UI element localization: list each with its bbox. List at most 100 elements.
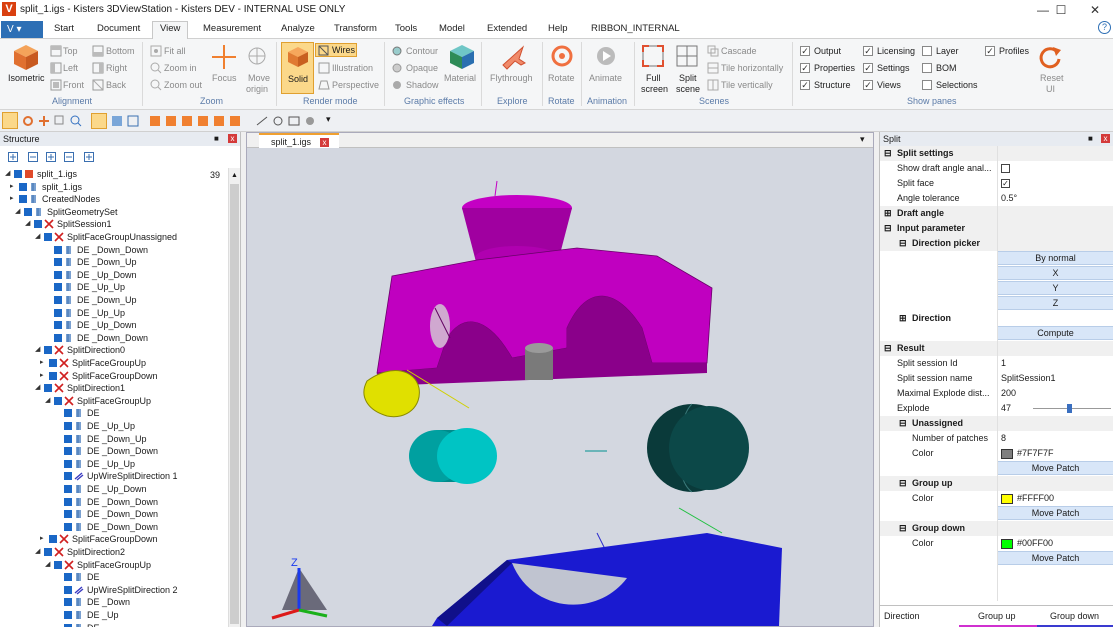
angle-tolerance-value[interactable]: 0.5° (1001, 191, 1017, 206)
measure-icon[interactable] (256, 115, 268, 127)
tree-visibility-checkbox[interactable] (54, 321, 62, 330)
close-document-button[interactable]: x (320, 138, 329, 147)
toolbar-more-icon[interactable]: ▾ (326, 114, 331, 125)
cube-view-5-icon[interactable] (213, 115, 225, 127)
isometric-cube-icon[interactable] (12, 43, 40, 71)
tree-node[interactable]: DE _Down_Down (0, 521, 228, 534)
group-down-color-swatch[interactable] (1001, 539, 1013, 549)
illustration-button[interactable]: Illustration (332, 63, 373, 73)
rotate-tool-icon[interactable] (22, 115, 34, 127)
tree-expand-icon[interactable]: ▸ (40, 535, 46, 542)
tree-node[interactable]: DE _Down_Down (0, 244, 228, 257)
tree-node[interactable]: DE _Up_Down (0, 319, 228, 332)
view-bottom-button[interactable]: Bottom (106, 46, 135, 56)
tab-measurement[interactable]: Measurement (203, 23, 261, 39)
flythrough-button[interactable]: Flythrough (490, 73, 533, 83)
tab-help[interactable]: Help (548, 23, 568, 39)
tree-visibility-checkbox[interactable] (64, 497, 72, 506)
cube-view-3-icon[interactable] (181, 115, 193, 127)
pick-face-icon[interactable] (111, 115, 123, 127)
tree-visibility-checkbox[interactable] (54, 308, 62, 317)
tab-extended[interactable]: Extended (487, 23, 527, 39)
y-direction-button[interactable]: Y (997, 281, 1113, 295)
magnifier-icon[interactable] (70, 115, 82, 127)
tree-options-icon[interactable] (84, 152, 94, 162)
tree-node[interactable]: ◢ SplitDirection0 (0, 344, 228, 357)
structure-checkbox[interactable]: ✓ (800, 80, 810, 90)
tree-visibility-checkbox[interactable] (54, 258, 62, 267)
dark-teal-part[interactable] (647, 403, 749, 493)
collapse-level-icon[interactable] (64, 152, 74, 162)
layer-checkbox[interactable] (922, 46, 932, 56)
profiles-checkbox[interactable]: ✓ (985, 46, 995, 56)
tree-node[interactable]: DE _Up_Down (0, 269, 228, 282)
group-up-move-patch-button[interactable]: Move Patch (997, 506, 1113, 520)
box-icon[interactable] (288, 115, 300, 127)
tree-node[interactable]: DE _Down_Down (0, 508, 228, 521)
perspective-button[interactable]: Perspective (332, 80, 379, 90)
tree-node[interactable]: ▸ SplitFaceGroupDown (0, 533, 228, 546)
expand-all-icon[interactable] (8, 152, 18, 162)
tree-node[interactable]: ◢ split_1.igs (0, 168, 228, 181)
tree-visibility-checkbox[interactable] (64, 434, 72, 443)
shadow-button[interactable]: Shadow (406, 80, 439, 90)
expand-level-icon[interactable] (46, 152, 56, 162)
tree-node[interactable]: ▸ CreatedNodes (0, 193, 228, 206)
scroll-thumb[interactable] (230, 184, 239, 624)
tree-visibility-checkbox[interactable] (64, 585, 72, 594)
tree-node[interactable]: ◢ SplitFaceGroupUp (0, 395, 228, 408)
wires-button[interactable]: Wires (315, 43, 357, 57)
tree-visibility-checkbox[interactable] (44, 346, 52, 355)
tree-node[interactable]: ◢ SplitSession1 (0, 218, 228, 231)
close-structure-button[interactable]: x (228, 134, 237, 143)
tree-node[interactable]: ▸ SplitFaceGroupUp (0, 357, 228, 370)
view-front-button[interactable]: Front (63, 80, 84, 90)
blue-part[interactable] (432, 533, 782, 626)
tree-node[interactable]: DE _Up_Up (0, 307, 228, 320)
zoom-out-button[interactable]: Zoom out (164, 80, 202, 90)
tree-visibility-checkbox[interactable] (64, 522, 72, 531)
tree-visibility-checkbox[interactable] (64, 611, 72, 619)
fit-all-button[interactable]: Fit all (164, 46, 186, 56)
tree-visibility-checkbox[interactable] (44, 384, 52, 393)
split-scene-button[interactable]: Split (679, 73, 697, 83)
rotate-button[interactable]: Rotate (548, 73, 575, 83)
tree-node[interactable]: DE _Down_Up (0, 294, 228, 307)
tree-visibility-checkbox[interactable] (64, 598, 72, 607)
view-left-button[interactable]: Left (63, 63, 78, 73)
pick-edge-icon[interactable] (127, 115, 139, 127)
tree-visibility-checkbox[interactable] (64, 485, 72, 493)
3d-viewport[interactable]: split_1.igs x ▾ Z (246, 132, 874, 627)
views-checkbox[interactable]: ✓ (863, 80, 873, 90)
view-top-button[interactable]: Top (63, 46, 78, 56)
explode-slider-track[interactable] (1033, 408, 1111, 409)
select-tool-button[interactable] (2, 112, 18, 129)
tree-visibility-checkbox[interactable] (49, 535, 57, 544)
z-direction-button[interactable]: Z (997, 296, 1113, 310)
help-icon[interactable]: ? (1098, 21, 1111, 34)
tree-visibility-checkbox[interactable] (64, 447, 72, 456)
tree-collapse-icon[interactable]: ◢ (45, 561, 51, 568)
tree-node[interactable]: DE _Down_Down (0, 496, 228, 509)
tree-expand-icon[interactable]: ▸ (40, 372, 46, 379)
tree-visibility-checkbox[interactable] (14, 170, 22, 178)
tab-ribbon-internal[interactable]: RIBBON_INTERNAL (591, 23, 680, 39)
pin-icon[interactable]: ■ (214, 132, 219, 146)
zoom-in-button[interactable]: Zoom in (164, 63, 197, 73)
tree-visibility-checkbox[interactable] (24, 207, 32, 216)
tab-document[interactable]: Document (97, 23, 140, 39)
tree-node[interactable]: DE _Up_Up (0, 420, 228, 433)
footer-tab-group-up[interactable]: Group up (978, 611, 1016, 621)
material-button[interactable]: Material (444, 73, 476, 83)
tree-visibility-checkbox[interactable] (64, 623, 72, 627)
group-down-color-value[interactable]: #00FF00 (1017, 536, 1053, 551)
tree-collapse-icon[interactable]: ◢ (25, 220, 31, 227)
tree-visibility-checkbox[interactable] (44, 548, 52, 556)
tree-visibility-checkbox[interactable] (64, 422, 72, 430)
tree-visibility-checkbox[interactable] (34, 220, 42, 229)
tree-node[interactable]: ◢ SplitFaceGroupUp (0, 559, 228, 572)
tree-visibility-checkbox[interactable] (54, 245, 62, 254)
tree-collapse-icon[interactable]: ◢ (35, 548, 41, 555)
zoom-box-icon[interactable] (54, 115, 66, 127)
max-explode-value[interactable]: 200 (1001, 386, 1016, 401)
